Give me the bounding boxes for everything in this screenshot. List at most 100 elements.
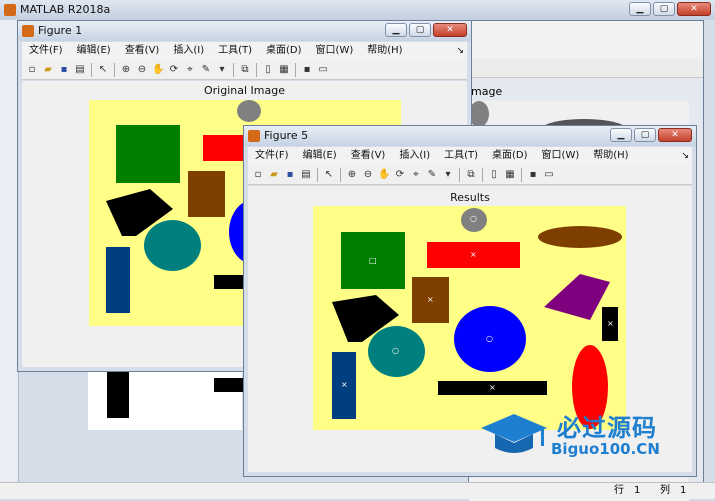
pan-icon[interactable]: ✋	[378, 169, 390, 181]
legend-icon[interactable]: ▦	[504, 169, 516, 181]
save-icon[interactable]: ▪	[284, 169, 296, 181]
link-plot-icon[interactable]: ⧉	[239, 64, 251, 76]
figure5-maximize-button[interactable]: ▢	[634, 128, 656, 142]
menu-window[interactable]: 窗口(W)	[535, 147, 587, 165]
rotate-icon[interactable]: ⟳	[394, 169, 406, 181]
show-plot-tools-icon[interactable]: ▭	[543, 169, 555, 181]
maximize-button[interactable]: ▢	[653, 2, 675, 16]
figure5-close-button[interactable]: ✕	[658, 128, 692, 142]
brush-icon[interactable]: ✎	[200, 64, 212, 76]
show-plot-tools-icon[interactable]: ▭	[317, 64, 329, 76]
brown-ellipse	[538, 226, 622, 248]
new-figure-icon[interactable]: ▫	[252, 169, 264, 181]
minimize-button[interactable]: ▁	[629, 2, 651, 16]
data-cursor-icon[interactable]: ⌖	[410, 169, 422, 181]
brush-icon[interactable]: ✎	[426, 169, 438, 181]
figure1-title: Figure 1	[38, 24, 83, 37]
hide-plot-tools-icon[interactable]: ▪	[527, 169, 539, 181]
green-square: □	[341, 232, 405, 289]
blue-circle: ○	[454, 306, 526, 372]
watermark-main-text: 必过源码	[557, 414, 657, 442]
figure1-axes-title: Original Image	[204, 84, 285, 97]
black-bar	[214, 275, 244, 289]
figure1-minimize-button[interactable]: ▁	[385, 23, 407, 37]
brown-rectangle: ×	[412, 277, 449, 323]
matlab-title-bar[interactable]: MATLAB R2018a ▁ ▢ ✕	[0, 0, 715, 20]
dock-arrow-icon[interactable]: ↘	[681, 147, 689, 165]
menu-view[interactable]: 查看(V)	[344, 147, 393, 165]
navy-rectangle: ×	[332, 352, 356, 419]
data-cursor-icon[interactable]: ⌖	[184, 64, 196, 76]
menu-tools[interactable]: 工具(T)	[437, 147, 485, 165]
menu-file[interactable]: 文件(F)	[248, 147, 296, 165]
menu-edit[interactable]: 编辑(E)	[296, 147, 344, 165]
bg-shape-gray-circle	[469, 101, 489, 127]
save-icon[interactable]: ▪	[58, 64, 70, 76]
figure1-title-bar[interactable]: Figure 1 ▁ ▢ ✕	[18, 21, 471, 41]
figure-icon	[248, 130, 260, 142]
red-rectangle: ×	[427, 242, 520, 268]
zoom-in-icon[interactable]: ⊕	[120, 64, 132, 76]
colorbar-icon[interactable]: ▯	[488, 169, 500, 181]
menu-insert[interactable]: 插入(I)	[392, 147, 437, 165]
figure5-image: ○ □ × × ○ × ○ × ×	[313, 206, 626, 430]
green-square	[116, 125, 180, 183]
pointer-icon[interactable]: ↖	[323, 169, 335, 181]
menu-tools[interactable]: 工具(T)	[211, 42, 259, 60]
figure1-menubar: 文件(F) 编辑(E) 查看(V) 插入(I) 工具(T) 桌面(D) 窗口(W…	[22, 42, 467, 60]
close-button[interactable]: ✕	[677, 2, 711, 16]
menu-view[interactable]: 查看(V)	[118, 42, 167, 60]
figure1-close-button[interactable]: ✕	[433, 23, 467, 37]
zoom-in-icon[interactable]: ⊕	[346, 169, 358, 181]
print-icon[interactable]: ▤	[300, 169, 312, 181]
figure5-title-bar[interactable]: Figure 5 ▁ ▢ ✕	[244, 126, 696, 146]
figure5-toolbar: ▫ ▰ ▪ ▤ ↖ ⊕ ⊖ ✋ ⟳ ⌖ ✎ ▾ ⧉ ▯ ▦ ▪ ▭	[248, 165, 692, 185]
figure5-axes-title: Results	[450, 191, 490, 204]
menu-desktop[interactable]: 桌面(D)	[485, 147, 535, 165]
black-bar: ×	[438, 381, 547, 395]
menu-help[interactable]: 帮助(H)	[360, 42, 409, 60]
menu-help[interactable]: 帮助(H)	[586, 147, 635, 165]
open-file-icon[interactable]: ▰	[268, 169, 280, 181]
new-figure-icon[interactable]: ▫	[26, 64, 38, 76]
brush-dropdown-icon[interactable]: ▾	[442, 169, 454, 181]
status-row-value: 1	[634, 485, 641, 496]
black-pentagon	[106, 189, 173, 236]
dock-arrow-icon[interactable]: ↘	[456, 42, 464, 60]
brush-dropdown-icon[interactable]: ▾	[216, 64, 228, 76]
black-small-rectangle: ×	[602, 307, 618, 341]
figure5-minimize-button[interactable]: ▁	[610, 128, 632, 142]
matlab-logo-icon	[4, 4, 16, 16]
menu-desktop[interactable]: 桌面(D)	[259, 42, 309, 60]
menu-insert[interactable]: 插入(I)	[166, 42, 211, 60]
status-col-label: 列	[660, 485, 670, 496]
rotate-icon[interactable]: ⟳	[168, 64, 180, 76]
hide-plot-tools-icon[interactable]: ▪	[301, 64, 313, 76]
open-file-icon[interactable]: ▰	[42, 64, 54, 76]
pointer-icon[interactable]: ↖	[97, 64, 109, 76]
print-icon[interactable]: ▤	[74, 64, 86, 76]
navy-rectangle	[106, 247, 130, 313]
purple-quadrilateral	[544, 274, 610, 320]
colorbar-icon[interactable]: ▯	[262, 64, 274, 76]
zoom-out-icon[interactable]: ⊖	[136, 64, 148, 76]
figure1-toolbar: ▫ ▰ ▪ ▤ ↖ ⊕ ⊖ ✋ ⟳ ⌖ ✎ ▾ ⧉ ▯ ▦ ▪ ▭	[22, 60, 467, 80]
figure-icon	[22, 25, 34, 37]
zoom-out-icon[interactable]: ⊖	[362, 169, 374, 181]
link-plot-icon[interactable]: ⧉	[465, 169, 477, 181]
teal-circle: ○	[368, 326, 425, 377]
watermark-site-text: Biguo100.CN	[551, 440, 660, 458]
status-col-value: 1	[680, 485, 687, 496]
matlab-status-bar: 行 1 列 1	[0, 482, 715, 499]
status-row-label: 行	[614, 485, 624, 496]
legend-icon[interactable]: ▦	[278, 64, 290, 76]
pan-icon[interactable]: ✋	[152, 64, 164, 76]
matlab-title: MATLAB R2018a	[20, 3, 111, 16]
brown-rectangle	[188, 171, 225, 217]
menu-edit[interactable]: 编辑(E)	[70, 42, 118, 60]
menu-file[interactable]: 文件(F)	[22, 42, 70, 60]
figure1-maximize-button[interactable]: ▢	[409, 23, 431, 37]
menu-window[interactable]: 窗口(W)	[309, 42, 361, 60]
graduation-cap-icon	[481, 414, 547, 453]
background-image-strip	[88, 372, 244, 430]
